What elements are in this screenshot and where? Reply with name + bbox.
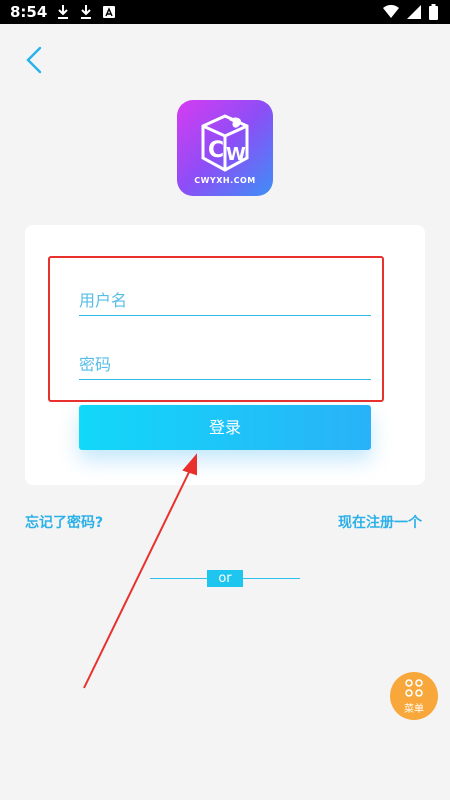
- status-time: 8:54: [10, 3, 48, 21]
- svg-text:C: C: [208, 138, 224, 163]
- menu-label: 菜单: [404, 704, 424, 715]
- forgot-password-link[interactable]: 忘记了密码?: [25, 512, 103, 532]
- divider-line-right: [242, 578, 300, 579]
- highlight-box: [48, 256, 384, 402]
- wifi-icon: [383, 5, 399, 18]
- battery-icon: [429, 4, 438, 20]
- register-link[interactable]: 现在注册一个: [338, 512, 422, 532]
- app-logo: C W CWYXH.COM: [177, 100, 273, 196]
- login-button[interactable]: 登录: [79, 405, 371, 450]
- status-bar: 8:54: [0, 0, 450, 24]
- menu-grid-icon: [405, 679, 423, 697]
- photo-icon: [103, 6, 115, 18]
- or-label: or: [207, 570, 243, 587]
- signal-icon: [407, 5, 421, 19]
- divider-line-left: [150, 578, 208, 579]
- svg-text:W: W: [226, 144, 246, 165]
- download-icon: [81, 5, 91, 19]
- logo-text: CWYXH.COM: [194, 176, 256, 185]
- download-icon: [58, 5, 68, 19]
- menu-button[interactable]: 菜单: [390, 672, 438, 720]
- back-arrow-icon[interactable]: [22, 44, 48, 76]
- cube-logo-icon: C W: [201, 114, 249, 172]
